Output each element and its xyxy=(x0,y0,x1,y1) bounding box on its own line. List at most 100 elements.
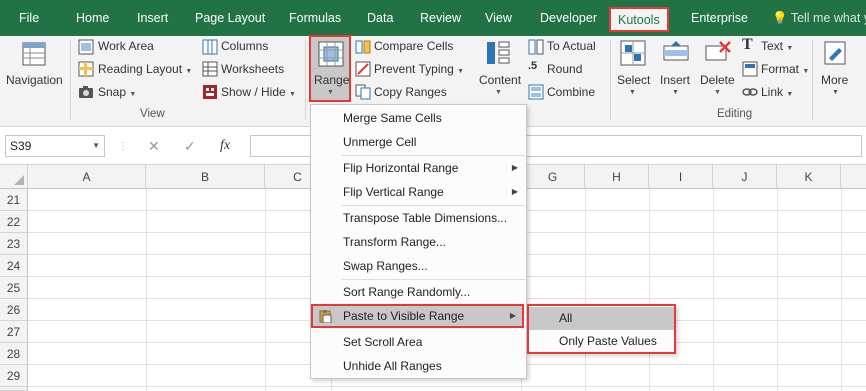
column-header[interactable]: B xyxy=(146,165,265,189)
submenu-item-only-paste-values[interactable]: Only Paste Values xyxy=(529,330,674,353)
row-header[interactable]: 21 xyxy=(0,189,28,211)
menu-item-sort-range-randomly[interactable]: Sort Range Randomly... xyxy=(311,280,526,304)
view-group-label: View xyxy=(140,108,165,120)
range-dropdown-caret: ▼ xyxy=(327,89,334,96)
select-all-corner[interactable] xyxy=(0,165,28,189)
gridline xyxy=(585,189,586,391)
to-actual-label: To Actual xyxy=(547,39,596,53)
tab-enterprise[interactable]: Enterprise xyxy=(691,0,748,36)
tab-formulas[interactable]: Formulas xyxy=(289,0,341,36)
row-header[interactable]: 28 xyxy=(0,343,28,365)
tab-view[interactable]: View xyxy=(485,0,512,36)
menu-item-label: Paste to Visible Range xyxy=(343,309,465,323)
work-area-label: Work Area xyxy=(98,39,154,53)
column-header[interactable]: H xyxy=(585,165,649,189)
lightbulb-icon: 💡 xyxy=(772,11,788,25)
tab-page-layout[interactable]: Page Layout xyxy=(195,0,265,36)
menu-item-swap-ranges[interactable]: Swap Ranges... xyxy=(311,254,526,278)
select-dropdown-caret: ▼ xyxy=(629,89,636,96)
row-header[interactable]: 27 xyxy=(0,321,28,343)
range-label: Range xyxy=(314,73,350,87)
reading-layout-icon xyxy=(78,61,94,77)
column-header[interactable]: J xyxy=(713,165,777,189)
ribbon-separator xyxy=(812,40,813,120)
paste-icon xyxy=(319,310,332,323)
row-header[interactable]: 24 xyxy=(0,255,28,277)
to-actual-icon xyxy=(528,39,544,55)
show-hide-icon xyxy=(203,85,217,99)
show-hide-label: Show / Hide ▼ xyxy=(221,85,296,99)
tab-review[interactable]: Review xyxy=(420,0,461,36)
menu-item-label: Flip Vertical Range xyxy=(343,185,444,199)
menu-item-flip-vertical-range[interactable]: Flip Vertical Range ▶ xyxy=(311,180,526,204)
chevron-down-icon[interactable]: ▼ xyxy=(92,136,100,156)
row-header[interactable]: 25 xyxy=(0,277,28,299)
columns-label: Columns xyxy=(221,39,269,53)
range-button[interactable]: Range ▼ xyxy=(309,35,351,102)
worksheets-icon xyxy=(202,61,218,77)
gridline xyxy=(265,189,266,391)
menu-item-set-scroll-area[interactable]: Set Scroll Area xyxy=(311,330,526,354)
reading-layout-label: Reading Layout ▼ xyxy=(98,62,193,76)
menu-item-merge-same-cells[interactable]: Merge Same Cells xyxy=(311,106,526,130)
ribbon-separator xyxy=(305,40,306,120)
copy-ranges-label: Copy Ranges xyxy=(374,85,447,99)
gridline xyxy=(713,189,714,391)
name-box[interactable]: S39 ▼ xyxy=(5,135,105,157)
menu-item-transform-range[interactable]: Transform Range... xyxy=(311,230,526,254)
row-header[interactable]: 26 xyxy=(0,299,28,321)
row-header[interactable]: 23 xyxy=(0,233,28,255)
compare-cells-icon xyxy=(355,40,371,54)
submenu-item-all[interactable]: All xyxy=(529,307,674,330)
row-header[interactable]: 22 xyxy=(0,211,28,233)
name-box-value: S39 xyxy=(10,139,32,153)
column-header[interactable]: A xyxy=(28,165,146,189)
menu-item-label: Flip Horizontal Range xyxy=(343,161,459,175)
insert-icon xyxy=(663,41,689,61)
delete-icon xyxy=(705,41,731,61)
insert-function-icon[interactable]: fx xyxy=(220,135,230,157)
more-label: More xyxy=(821,73,849,87)
tab-data[interactable]: Data xyxy=(367,0,393,36)
column-header[interactable]: I xyxy=(649,165,713,189)
range-dropdown-menu: Merge Same Cells Unmerge Cell Flip Horiz… xyxy=(310,104,527,379)
combine-label: Combine xyxy=(547,85,596,99)
column-header[interactable]: G xyxy=(521,165,585,189)
menu-item-unhide-all-ranges[interactable]: Unhide All Ranges xyxy=(311,354,526,378)
row-header[interactable] xyxy=(0,387,28,391)
snap-label: Snap ▼ xyxy=(98,85,137,99)
menu-item-paste-to-visible-range[interactable]: Paste to Visible Range ▶ xyxy=(311,304,524,328)
delete-dropdown-caret: ▼ xyxy=(714,89,721,96)
chevron-right-icon: ▶ xyxy=(511,187,518,196)
delete-label: Delete xyxy=(700,73,735,87)
link-icon xyxy=(742,88,758,96)
menu-item-transpose-table-dimensions[interactable]: Transpose Table Dimensions... xyxy=(311,206,526,230)
round-label: Round xyxy=(547,62,583,76)
ribbon-separator xyxy=(610,40,611,120)
select-icon xyxy=(620,40,646,66)
editing-group-label: Editing xyxy=(717,108,753,120)
gridline xyxy=(146,189,147,391)
format-icon xyxy=(742,61,758,77)
resize-handle-icon[interactable]: ⋮ xyxy=(118,141,128,152)
cancel-icon[interactable]: ✕ xyxy=(148,135,160,157)
columns-icon xyxy=(202,39,218,55)
column-header[interactable]: K xyxy=(777,165,841,189)
menu-item-flip-horizontal-range[interactable]: Flip Horizontal Range ▶ xyxy=(311,156,526,180)
tell-me-search[interactable]: 💡 Tell me what y xyxy=(772,0,866,36)
row-header[interactable]: 29 xyxy=(0,365,28,387)
confirm-icon[interactable]: ✓ xyxy=(184,135,196,157)
tab-home[interactable]: Home xyxy=(76,0,109,36)
tab-insert[interactable]: Insert xyxy=(137,0,168,36)
column-header[interactable] xyxy=(841,165,866,189)
tab-file[interactable]: File xyxy=(19,0,39,36)
combine-icon xyxy=(528,84,544,100)
tab-developer[interactable]: Developer xyxy=(540,0,597,36)
link-label: Link ▼ xyxy=(761,85,794,99)
content-icon xyxy=(487,41,510,64)
gridline xyxy=(777,189,778,391)
menu-item-unmerge-cell[interactable]: Unmerge Cell xyxy=(311,130,526,154)
compare-cells-label: Compare Cells xyxy=(374,39,454,53)
round-icon: .5 xyxy=(528,60,538,72)
tab-kutools[interactable]: Kutools xyxy=(609,7,669,32)
